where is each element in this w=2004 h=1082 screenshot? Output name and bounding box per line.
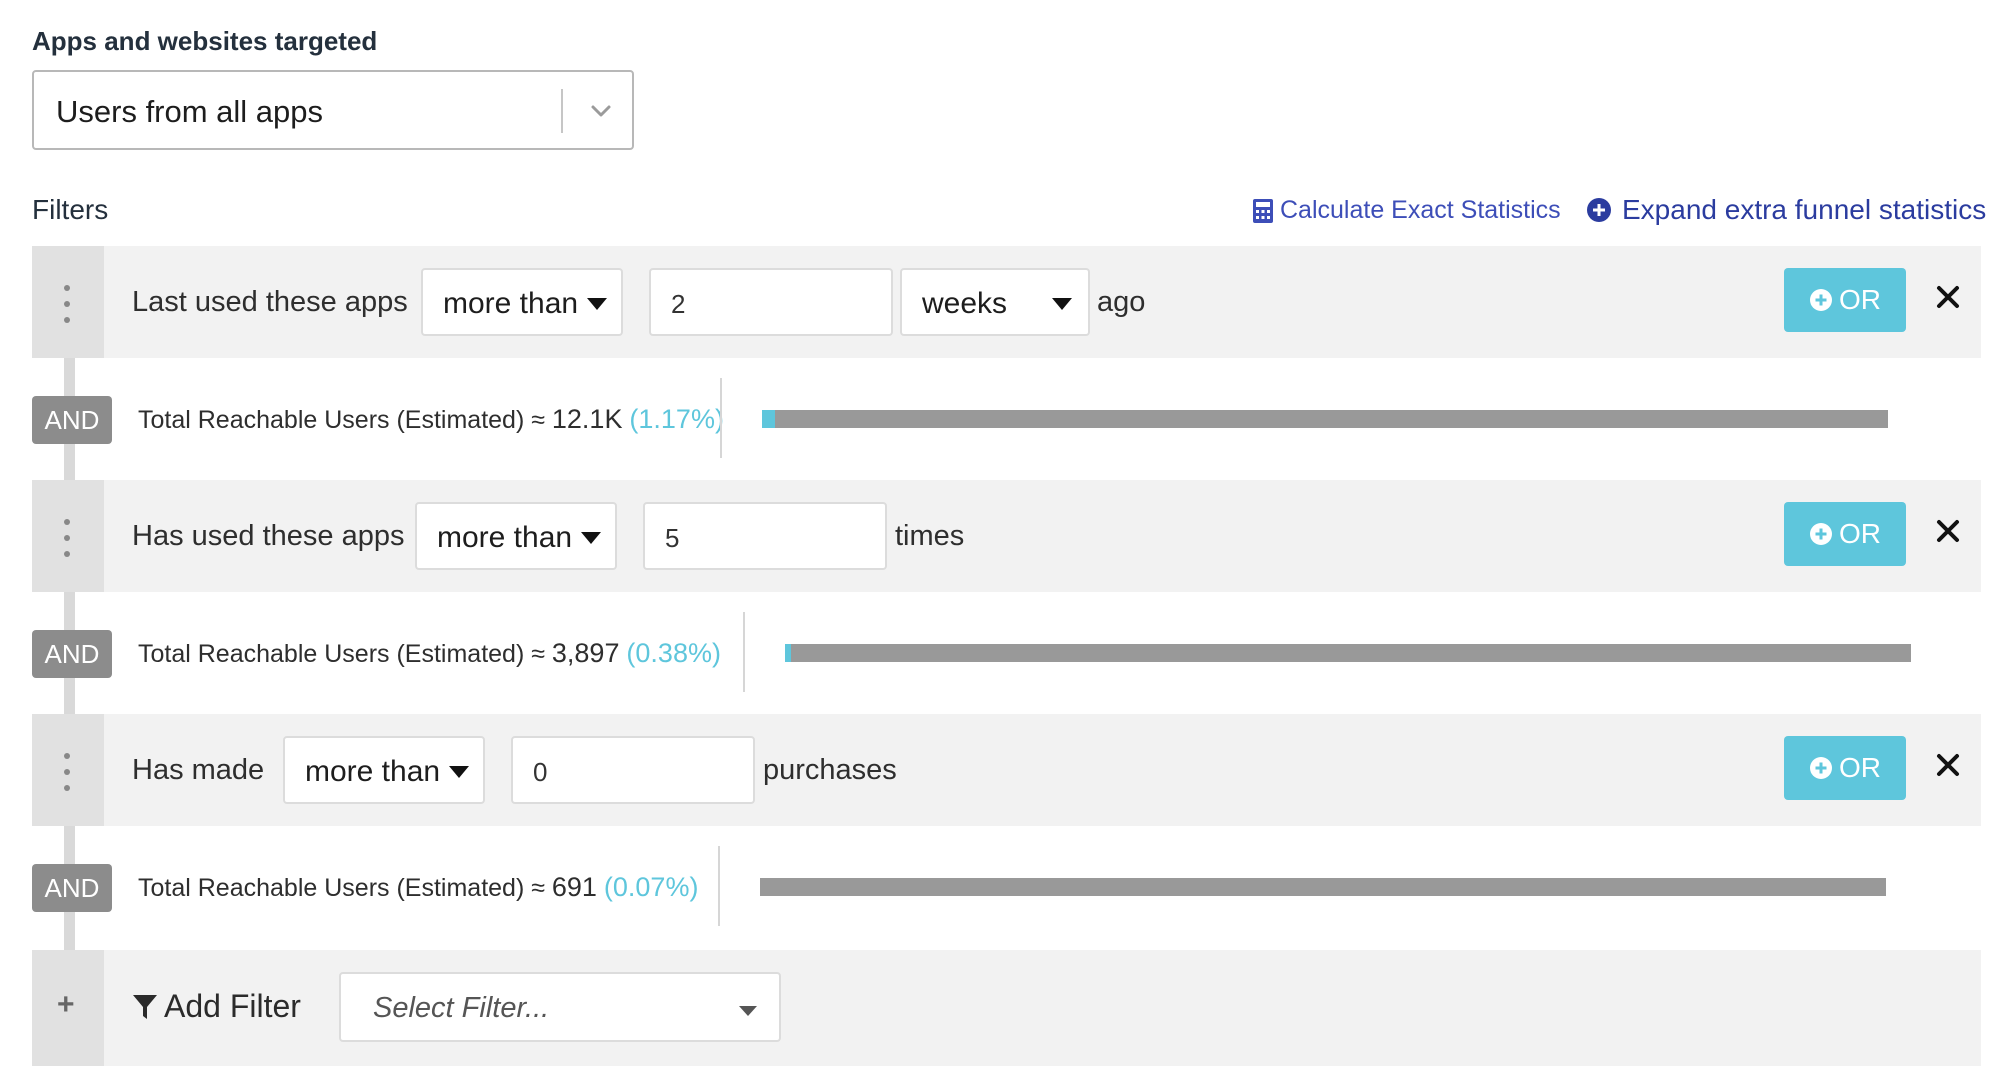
add-filter-row: + Add Filter Select Filter... <box>32 950 1981 1066</box>
caret-down-icon <box>449 766 469 778</box>
filter-suffix: times <box>895 520 965 552</box>
comparator-value: more than <box>437 521 573 554</box>
filter-label: Has used these apps <box>132 520 405 552</box>
drag-handle[interactable] <box>32 246 104 358</box>
close-icon[interactable] <box>1933 750 1963 780</box>
and-badge: AND <box>32 396 112 444</box>
apps-select[interactable]: Users from all apps <box>32 70 634 150</box>
comparator-dropdown[interactable]: more than <box>421 268 623 336</box>
caret-down-icon <box>587 298 607 310</box>
reachable-users-text: Total Reachable Users (Estimated) ≈ 3,89… <box>138 638 721 669</box>
select-filter-dropdown[interactable]: Select Filter... <box>339 972 781 1042</box>
plus-circle-icon <box>1810 289 1832 311</box>
filter-label: Has made <box>132 754 265 786</box>
plus-circle-icon <box>1587 198 1611 222</box>
caret-down-icon <box>1052 298 1072 310</box>
unit-dropdown[interactable]: weeks <box>900 268 1090 336</box>
stats-divider <box>743 612 745 692</box>
funnel-bar <box>762 410 1888 428</box>
filter-row-last-used: Last used these apps more than 2 weeks a… <box>32 246 1981 358</box>
estimate-row: AND Total Reachable Users (Estimated) ≈ … <box>32 592 1981 714</box>
drag-handle[interactable] <box>32 714 104 826</box>
caret-down-icon <box>739 1006 757 1016</box>
filter-label: Last used these apps <box>132 286 408 318</box>
filter-row-has-used: Has used these apps more than 5 times OR <box>32 480 1981 592</box>
apps-select-value: Users from all apps <box>56 94 324 129</box>
close-icon[interactable] <box>1933 282 1963 312</box>
comparator-dropdown[interactable]: more than <box>415 502 617 570</box>
reachable-users-count: 691 <box>551 872 597 902</box>
funnel-bar-fill <box>762 410 776 428</box>
or-button-label: OR <box>1839 284 1881 315</box>
drag-handle-icon <box>64 753 70 791</box>
value-input[interactable]: 0 <box>511 736 755 804</box>
plus-circle-icon <box>1810 757 1832 779</box>
funnel-bar <box>785 644 1911 662</box>
value-input[interactable]: 2 <box>649 268 893 336</box>
select-filter-placeholder: Select Filter... <box>373 992 550 1024</box>
comparator-dropdown[interactable]: more than <box>283 736 485 804</box>
caret-down-icon <box>581 532 601 544</box>
calculator-icon <box>1253 198 1273 223</box>
add-handle: + <box>32 950 104 1066</box>
plus-icon: + <box>57 988 75 1021</box>
comparator-value: more than <box>305 755 441 788</box>
reachable-users-pct: (0.07%) <box>603 872 699 902</box>
funnel-icon <box>133 994 157 1019</box>
drag-handle[interactable] <box>32 480 104 592</box>
filters-title: Filters <box>32 194 109 225</box>
expand-funnel-statistics-link[interactable]: Expand extra funnel statistics <box>1586 194 1986 226</box>
and-badge: AND <box>32 864 112 912</box>
or-button[interactable]: OR <box>1784 268 1906 332</box>
reachable-users-label: Total Reachable Users (Estimated) ≈ <box>138 406 545 434</box>
funnel-bar <box>760 878 1886 896</box>
add-filter-text: Add Filter <box>164 988 301 1024</box>
value-input-text: 5 <box>665 523 680 553</box>
calculate-exact-statistics-link[interactable]: Calculate Exact Statistics <box>1252 196 1561 225</box>
chevron-down-icon[interactable] <box>586 96 616 126</box>
close-icon[interactable] <box>1933 516 1963 546</box>
estimate-row: AND Total Reachable Users (Estimated) ≈ … <box>32 358 1981 480</box>
unit-value: weeks <box>922 287 1008 320</box>
filter-row-has-made: Has made more than 0 purchases OR <box>32 714 1981 826</box>
add-filter-label: Add Filter <box>132 988 301 1025</box>
or-button[interactable]: OR <box>1784 736 1906 800</box>
and-badge: AND <box>32 630 112 678</box>
filter-suffix: ago <box>1097 286 1146 318</box>
reachable-users-pct: (1.17%) <box>629 404 724 434</box>
reachable-users-label: Total Reachable Users (Estimated) ≈ <box>138 640 545 668</box>
comparator-value: more than <box>443 287 579 320</box>
expand-funnel-statistics-label: Expand extra funnel statistics <box>1622 194 1987 225</box>
reachable-users-text: Total Reachable Users (Estimated) ≈ 12.1… <box>138 404 724 435</box>
reachable-users-count: 12.1K <box>551 404 623 434</box>
reachable-users-pct: (0.38%) <box>626 638 721 668</box>
reachable-users-count: 3,897 <box>551 638 620 668</box>
apps-section-title: Apps and websites targeted <box>32 26 378 56</box>
value-input-text: 0 <box>533 757 548 787</box>
select-divider <box>561 89 563 133</box>
reachable-users-label: Total Reachable Users (Estimated) ≈ <box>138 874 545 902</box>
value-input[interactable]: 5 <box>643 502 887 570</box>
plus-circle-icon <box>1810 523 1832 545</box>
funnel-bar-fill <box>785 644 791 662</box>
or-button-label: OR <box>1839 752 1881 783</box>
estimate-row: AND Total Reachable Users (Estimated) ≈ … <box>32 826 1981 948</box>
drag-handle-icon <box>64 519 70 557</box>
drag-handle-icon <box>64 285 70 323</box>
filter-suffix: purchases <box>763 754 897 786</box>
stats-divider <box>718 846 720 926</box>
or-button-label: OR <box>1839 518 1881 549</box>
calculate-exact-statistics-label: Calculate Exact Statistics <box>1280 196 1561 224</box>
or-button[interactable]: OR <box>1784 502 1906 566</box>
value-input-text: 2 <box>671 289 686 319</box>
reachable-users-text: Total Reachable Users (Estimated) ≈ 691 … <box>138 872 698 903</box>
stats-divider <box>720 378 722 458</box>
